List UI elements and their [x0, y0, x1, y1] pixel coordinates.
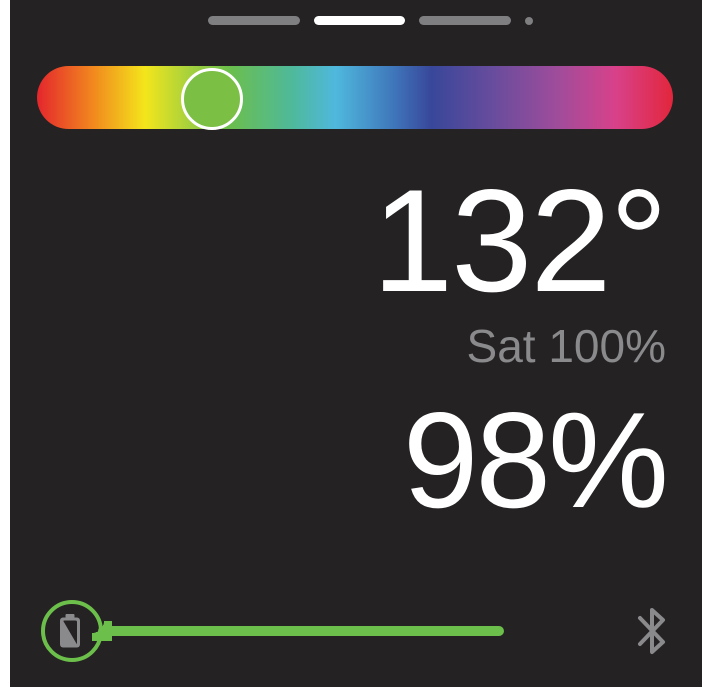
brightness-level-fill — [92, 621, 504, 641]
bluetooth-icon[interactable] — [636, 601, 670, 661]
page-indicator — [10, 14, 702, 28]
light-control-screen: 132° Sat 100% 98% — [10, 0, 702, 687]
page-indicator-2-active[interactable] — [314, 16, 405, 25]
page-indicator-4[interactable] — [525, 17, 533, 25]
battery-half-icon — [60, 614, 80, 648]
saturation-value: Sat 100% — [466, 320, 666, 372]
hue-value: 132° — [372, 159, 668, 322]
hue-slider-knob[interactable] — [180, 68, 243, 130]
brightness-level-track[interactable] — [92, 621, 512, 641]
page-indicator-3[interactable] — [419, 16, 511, 25]
brightness-value: 98% — [402, 384, 669, 536]
page-indicator-1[interactable] — [208, 16, 300, 25]
hue-slider-track[interactable] — [37, 66, 673, 129]
